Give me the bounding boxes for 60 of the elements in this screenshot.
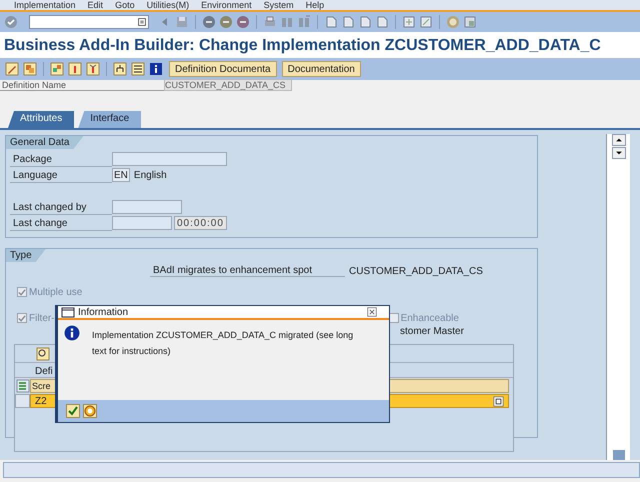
row-selector[interactable] bbox=[15, 394, 30, 408]
field-label: Definition Name bbox=[0, 80, 164, 91]
info-icon[interactable] bbox=[64, 325, 80, 341]
menu-item[interactable]: Edit bbox=[88, 0, 104, 10]
check-icon[interactable] bbox=[4, 15, 18, 29]
objects-icon[interactable] bbox=[49, 61, 65, 77]
scroll-up-icon[interactable] bbox=[612, 134, 626, 146]
pencil-icon[interactable] bbox=[4, 61, 20, 77]
scroll-thumb[interactable] bbox=[612, 450, 624, 460]
circle-icon[interactable] bbox=[236, 15, 250, 29]
language-code-field[interactable]: EN bbox=[112, 168, 130, 182]
group-title: General Data bbox=[6, 136, 84, 149]
menu-item[interactable]: Implementation bbox=[14, 0, 76, 10]
menu-item[interactable]: System bbox=[264, 0, 294, 10]
tab[interactable]: Interface bbox=[78, 111, 142, 128]
layout-icon[interactable] bbox=[463, 15, 477, 29]
toolbar-button[interactable]: Definition Documenta bbox=[169, 61, 277, 77]
input-field[interactable] bbox=[112, 200, 182, 214]
list-icon[interactable] bbox=[130, 61, 146, 77]
scroll-down-icon[interactable] bbox=[612, 147, 626, 159]
hierarchy-icon[interactable] bbox=[112, 61, 128, 77]
toolbar-button[interactable]: Documentation bbox=[282, 61, 361, 77]
value-help-icon[interactable] bbox=[493, 396, 504, 406]
circle-icon[interactable] bbox=[202, 15, 216, 29]
scrollbar[interactable] bbox=[606, 134, 630, 460]
menu-item[interactable]: Utilities(M) bbox=[146, 0, 190, 10]
close-icon[interactable] bbox=[367, 307, 377, 317]
date-field[interactable] bbox=[112, 216, 172, 230]
circle-icon[interactable] bbox=[219, 15, 233, 29]
checkbox-label: Enhanceable bbox=[400, 312, 459, 324]
checkbox-label: Multiple use bbox=[29, 286, 82, 298]
language-name: English bbox=[134, 170, 167, 180]
menu-item[interactable]: Environment bbox=[201, 0, 252, 10]
dropdown-icon[interactable] bbox=[136, 16, 148, 28]
page-icon[interactable] bbox=[358, 15, 372, 29]
dialog-title: Information bbox=[78, 306, 128, 318]
checkbox[interactable] bbox=[17, 313, 27, 323]
time-field[interactable]: 00:00:00 bbox=[174, 216, 227, 230]
info-icon[interactable] bbox=[148, 61, 164, 77]
enhancement-spot-name: CUSTOMER_ADD_DATA_CS bbox=[348, 266, 483, 276]
page-icon[interactable] bbox=[324, 15, 338, 29]
command-field[interactable] bbox=[29, 15, 149, 29]
checkmark-icon[interactable] bbox=[66, 404, 80, 418]
page-icon[interactable] bbox=[375, 15, 389, 29]
filter-type-text: stomer Master bbox=[400, 326, 464, 337]
input-field[interactable] bbox=[112, 152, 227, 166]
checkbox[interactable] bbox=[17, 287, 27, 297]
group-title: Type bbox=[6, 249, 46, 262]
printer-icon[interactable] bbox=[263, 15, 277, 29]
window-icon[interactable] bbox=[61, 305, 75, 319]
field-label: BAdI migrates to enhancement spot bbox=[150, 265, 345, 277]
select-all-icon[interactable] bbox=[15, 378, 30, 393]
dialog-message: Implementation ZCUSTOMER_ADD_DATA_C migrated (see long text for instructions) bbox=[92, 329, 354, 358]
page-icon[interactable] bbox=[341, 15, 355, 29]
definition-name-field: CUSTOMER_ADD_DATA_CS bbox=[164, 79, 292, 91]
tab[interactable]: Attributes bbox=[8, 111, 74, 128]
checkbox-label: Filter- bbox=[29, 312, 55, 324]
menu-item[interactable]: Help bbox=[306, 0, 324, 10]
screen-title: Business Add-In Builder: Change Implementation ZCUSTOMER_ADD_DATA_C bbox=[0, 32, 640, 58]
menu-item[interactable]: Goto bbox=[115, 0, 135, 10]
